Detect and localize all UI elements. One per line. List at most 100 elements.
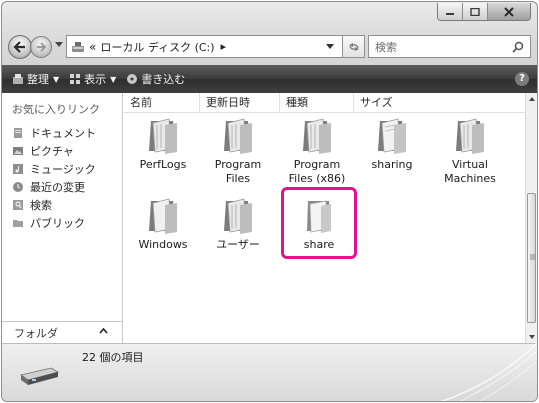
details-pane: 22 個の項目 <box>2 343 537 401</box>
back-arrow-icon <box>13 41 25 53</box>
chevron-up-icon[interactable] <box>99 328 108 334</box>
folder-icon <box>224 118 252 154</box>
burn-disc-icon <box>127 74 138 84</box>
search-box[interactable]: 検索 <box>368 35 531 58</box>
file-label: ユーザー <box>216 238 260 251</box>
folder-icon <box>303 118 331 154</box>
drive-icon <box>20 367 60 385</box>
organize-label: 整理 <box>27 73 49 86</box>
burn-button[interactable]: 書き込む <box>126 71 185 87</box>
favorite-music[interactable]: ミュージック <box>12 160 96 178</box>
forward-button[interactable] <box>30 36 52 58</box>
breadcrumb-overflow[interactable]: « <box>89 40 96 54</box>
public-icon <box>12 217 24 229</box>
favorite-label: 検索 <box>30 199 52 212</box>
drive-small-icon <box>72 41 84 52</box>
music-icon <box>12 163 24 175</box>
share-highlight-box <box>281 187 357 259</box>
address-row: « ローカル ディスク (C:) ▸ 検索 <box>8 34 531 60</box>
search-icon[interactable] <box>512 41 524 53</box>
folder-icon <box>378 118 406 154</box>
file-list-pane: 名前 更新日時 種類 サイズ PerfLogs Program Files Pr… <box>124 93 525 343</box>
file-grid: PerfLogs Program Files Program Files (x8… <box>124 115 525 315</box>
refresh-button[interactable] <box>343 35 365 58</box>
documents-icon <box>12 127 24 139</box>
pictures-icon <box>12 145 24 157</box>
file-label: PerfLogs <box>139 158 187 171</box>
views-caret-icon: ▼ <box>110 74 117 84</box>
folders-label: フォルダ <box>14 326 58 340</box>
favorite-public[interactable]: パブリック <box>12 214 96 232</box>
organize-menu[interactable]: 整理 ▼ <box>12 71 59 87</box>
folder-icon <box>149 198 177 234</box>
organize-icon <box>13 74 23 84</box>
favorite-label: ミュージック <box>30 163 96 176</box>
organize-caret-icon: ▼ <box>53 74 60 84</box>
address-bar[interactable]: « ローカル ディスク (C:) ▸ <box>66 35 343 58</box>
file-label: sharing <box>371 158 413 171</box>
file-item-virtual-machines[interactable]: Virtual Machines <box>433 115 507 186</box>
folder-icon <box>456 118 484 154</box>
file-label: Program Files <box>214 158 262 185</box>
favorite-searches[interactable]: 検索 <box>12 196 96 214</box>
breadcrumb-arrow[interactable]: ▸ <box>221 40 227 53</box>
searches-icon <box>12 199 24 211</box>
favorite-recent-changes[interactable]: 最近の変更 <box>12 178 96 196</box>
folders-section[interactable]: フォルダ <box>2 321 122 343</box>
folder-icon <box>224 198 252 234</box>
caption-buttons <box>437 3 531 21</box>
column-header-name[interactable]: 名前 <box>124 93 200 113</box>
recent-changes-icon <box>12 181 24 193</box>
navigation-pane: お気に入りリンク ドキュメント ピクチャ ミュージック 最近の変更 検索 パブリ… <box>2 93 123 343</box>
maximize-button[interactable] <box>463 3 488 20</box>
favorite-label: パブリック <box>30 217 85 230</box>
favorite-pictures[interactable]: ピクチャ <box>12 142 96 160</box>
search-placeholder: 検索 <box>375 40 397 54</box>
favorite-label: 最近の変更 <box>30 181 85 194</box>
file-item-windows[interactable]: Windows <box>126 195 200 252</box>
command-bar: 整理 ▼ 表示 ▼ 書き込む ? <box>2 65 537 93</box>
minimize-icon <box>446 12 454 15</box>
forward-arrow-icon <box>37 42 47 52</box>
help-button[interactable]: ? <box>515 72 529 86</box>
column-header-date-modified[interactable]: 更新日時 <box>200 93 280 113</box>
decorative-swoosh <box>440 343 537 401</box>
address-dropdown-icon[interactable] <box>326 44 334 50</box>
column-header-type[interactable]: 種類 <box>280 93 354 113</box>
file-item-users[interactable]: ユーザー <box>201 195 275 252</box>
file-item-program-files-x86[interactable]: Program Files (x86) <box>277 115 357 186</box>
column-header-size[interactable]: サイズ <box>354 93 514 113</box>
favorite-links-list: ドキュメント ピクチャ ミュージック 最近の変更 検索 パブリック <box>12 124 96 232</box>
back-button[interactable] <box>8 35 32 59</box>
scroll-down-arrow-icon[interactable] <box>529 335 535 339</box>
favorite-label: ピクチャ <box>30 145 74 158</box>
views-menu[interactable]: 表示 ▼ <box>69 71 116 87</box>
breadcrumb-current-location[interactable]: ローカル ディスク (C:) <box>100 39 214 55</box>
scroll-up-arrow-icon[interactable] <box>529 97 535 101</box>
minimize-button[interactable] <box>438 3 463 20</box>
refresh-icon <box>348 42 359 51</box>
file-item-program-files[interactable]: Program Files <box>201 115 275 186</box>
folder-icon <box>149 118 177 154</box>
file-item-perflogs[interactable]: PerfLogs <box>126 115 200 172</box>
file-label: Virtual Machines <box>444 158 496 185</box>
close-icon <box>504 6 514 17</box>
vertical-scrollbar[interactable] <box>525 93 537 343</box>
explorer-window: « ローカル ディスク (C:) ▸ 検索 整理 ▼ 表示 ▼ 書き込む ? お… <box>1 1 538 402</box>
maximize-icon <box>470 7 480 16</box>
scroll-grip-icon <box>530 254 535 260</box>
views-icon <box>70 74 81 84</box>
burn-label: 書き込む <box>141 73 186 86</box>
file-label: Windows <box>138 238 188 251</box>
file-label: Program Files (x86) <box>288 158 346 185</box>
file-item-sharing[interactable]: sharing <box>355 115 429 172</box>
views-label: 表示 <box>84 73 107 86</box>
scroll-thumb[interactable] <box>527 193 536 323</box>
main-area: お気に入りリンク ドキュメント ピクチャ ミュージック 最近の変更 検索 パブリ… <box>2 93 537 343</box>
favorite-links-header: お気に入りリンク <box>12 103 100 116</box>
column-headers: 名前 更新日時 種類 サイズ <box>124 93 525 113</box>
favorite-label: ドキュメント <box>30 127 96 140</box>
close-button[interactable] <box>488 3 530 20</box>
recent-pages-dropdown-icon[interactable] <box>55 42 63 48</box>
favorite-documents[interactable]: ドキュメント <box>12 124 96 142</box>
